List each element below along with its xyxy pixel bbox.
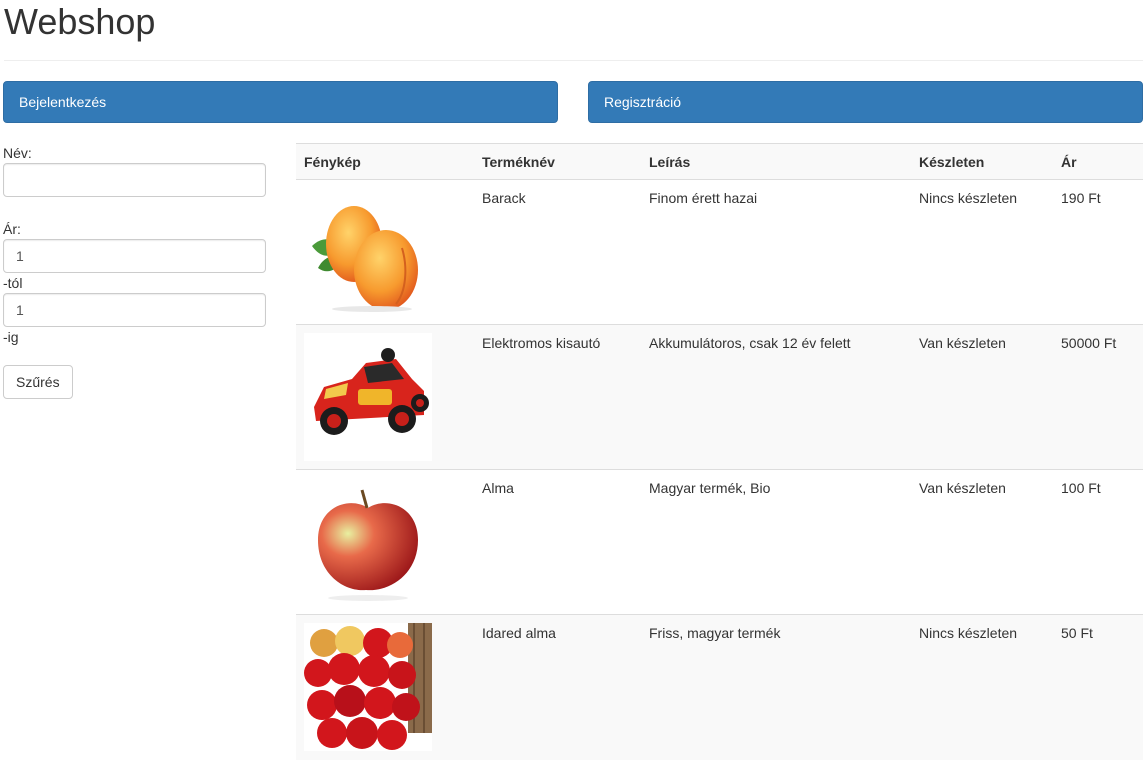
- price-to-input[interactable]: [3, 293, 266, 327]
- price-from-suffix: -tól: [3, 275, 23, 291]
- product-name: Alma: [474, 469, 641, 615]
- product-price: 100 Ft: [1053, 469, 1143, 615]
- table-row: Elektromos kisautó Akkumulátoros, csak 1…: [296, 324, 1143, 470]
- product-description: Magyar termék, Bio: [641, 469, 911, 615]
- product-stock: Nincs készleten: [911, 614, 1053, 760]
- column-header-description: Leírás: [641, 143, 911, 180]
- product-price: 50000 Ft: [1053, 324, 1143, 470]
- product-name: Barack: [474, 179, 641, 325]
- name-input[interactable]: [3, 163, 266, 197]
- column-header-price: Ár: [1053, 143, 1143, 180]
- table-header-row: Fénykép Terméknév Leírás Készleten Ár: [296, 143, 1143, 180]
- photo-cell: [296, 324, 474, 470]
- photo-cell: [296, 614, 474, 760]
- products-table: Fénykép Terméknév Leírás Készleten Ár Ba…: [296, 143, 1143, 760]
- product-stock: Van készleten: [911, 324, 1053, 470]
- price-from-input[interactable]: [3, 239, 266, 273]
- table-row: Idared alma Friss, magyar termék Nincs k…: [296, 614, 1143, 760]
- photo-cell: [296, 179, 474, 325]
- column-header-name: Terméknév: [474, 143, 641, 180]
- product-description: Akkumulátoros, csak 12 év felett: [641, 324, 911, 470]
- peach-image: [304, 188, 432, 316]
- login-panel-button[interactable]: Bejelentkezés: [3, 81, 558, 123]
- column-header-stock: Készleten: [911, 143, 1053, 180]
- photo-cell: [296, 469, 474, 615]
- name-label: Név:: [3, 145, 32, 161]
- table-row: Barack Finom érett hazai Nincs készleten…: [296, 179, 1143, 325]
- filter-form: Név: Ár: -tól -ig Szűrés: [3, 143, 266, 399]
- product-price: 190 Ft: [1053, 179, 1143, 325]
- register-panel-button[interactable]: Regisztráció: [588, 81, 1143, 123]
- column-header-photo: Fénykép: [296, 143, 474, 180]
- page-title: Webshop: [4, 1, 156, 42]
- product-description: Friss, magyar termék: [641, 614, 911, 760]
- idared-apples-image: [304, 623, 432, 751]
- filter-button[interactable]: Szűrés: [3, 365, 73, 399]
- product-price: 50 Ft: [1053, 614, 1143, 760]
- toy-car-image: [304, 333, 432, 461]
- product-description: Finom érett hazai: [641, 179, 911, 325]
- apple-image: [304, 478, 432, 606]
- price-label: Ár:: [3, 221, 21, 237]
- table-row: Alma Magyar termék, Bio Van készleten 10…: [296, 469, 1143, 615]
- header-divider: [4, 60, 1143, 61]
- product-stock: Van készleten: [911, 469, 1053, 615]
- product-name: Elektromos kisautó: [474, 324, 641, 470]
- product-stock: Nincs készleten: [911, 179, 1053, 325]
- price-to-suffix: -ig: [3, 329, 19, 345]
- product-name: Idared alma: [474, 614, 641, 760]
